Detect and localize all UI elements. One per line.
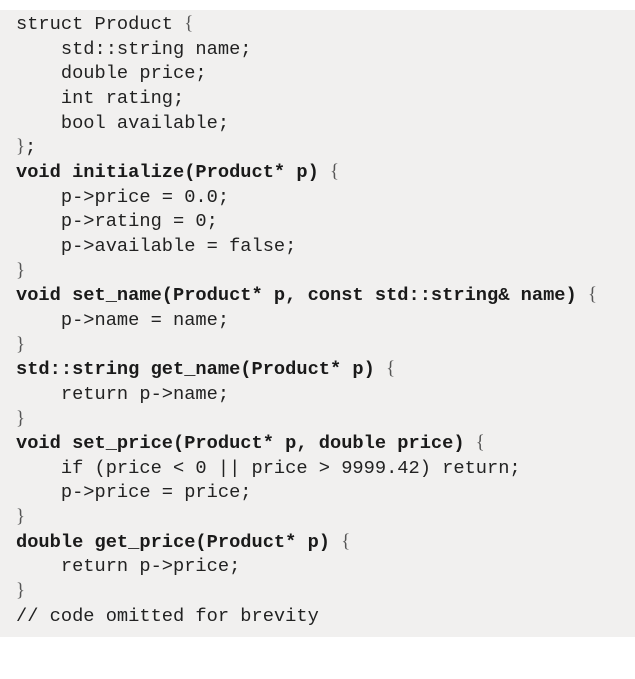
code-line: } bbox=[16, 407, 635, 432]
code-text: p->rating = 0; bbox=[16, 210, 218, 233]
code-text: p->name = name; bbox=[16, 308, 230, 331]
code-line: } bbox=[16, 579, 635, 604]
code-line: std::string name; bbox=[16, 37, 635, 62]
code-text: ; bbox=[24, 136, 37, 159]
code-text: return p->name; bbox=[16, 382, 230, 405]
code-line: } bbox=[16, 505, 635, 530]
code-text: // code omitted for brevity bbox=[16, 604, 319, 627]
brace: { bbox=[386, 358, 396, 380]
code-line: return p->price; bbox=[16, 554, 635, 579]
code-line: if (price < 0 || price > 9999.42) return… bbox=[16, 456, 635, 481]
code-text: struct Product bbox=[16, 13, 185, 35]
function-signature: std::string get_name(Product* p) bbox=[16, 358, 387, 381]
code-line: double get_price(Product* p) { bbox=[16, 530, 635, 555]
code-text: p->price = 0.0; bbox=[16, 185, 230, 208]
function-signature: void set_price(Product* p, double price) bbox=[16, 432, 476, 455]
code-listing: struct Product { std::string name; doubl… bbox=[16, 10, 635, 628]
brace: { bbox=[341, 530, 351, 552]
code-line: return p->name; bbox=[16, 382, 635, 407]
code-line: bool available; bbox=[16, 111, 635, 136]
function-signature: void set_name(Product* p, const std::str… bbox=[16, 284, 588, 307]
code-text: p->available = false; bbox=[16, 234, 297, 257]
code-line: int rating; bbox=[16, 86, 635, 111]
code-line: void set_price(Product* p, double price)… bbox=[16, 431, 635, 456]
brace: { bbox=[330, 160, 339, 182]
brace: } bbox=[16, 259, 25, 281]
code-line: void initialize(Product* p) { bbox=[16, 160, 635, 185]
brace: } bbox=[16, 333, 25, 355]
code-line: p->price = price; bbox=[16, 480, 635, 505]
code-line: }; bbox=[16, 135, 635, 160]
function-signature: double get_price(Product* p) bbox=[16, 530, 342, 553]
function-signature: void initialize(Product* p) bbox=[16, 160, 331, 183]
code-block: struct Product { std::string name; doubl… bbox=[0, 10, 635, 637]
brace: } bbox=[16, 506, 25, 528]
code-text: return p->price; bbox=[16, 555, 241, 578]
code-text: int rating; bbox=[16, 86, 185, 109]
code-line: } bbox=[16, 259, 635, 284]
code-line: } bbox=[16, 333, 635, 358]
code-text: bool available; bbox=[16, 111, 230, 134]
code-line: double price; bbox=[16, 61, 635, 86]
brace: } bbox=[16, 136, 25, 158]
brace: } bbox=[16, 580, 25, 602]
code-line: std::string get_name(Product* p) { bbox=[16, 357, 635, 382]
code-text: p->price = price; bbox=[16, 481, 252, 504]
brace: { bbox=[587, 284, 597, 306]
code-text: double price; bbox=[16, 62, 207, 85]
brace: { bbox=[184, 13, 194, 34]
code-line: p->name = name; bbox=[16, 308, 635, 333]
code-line: // code omitted for brevity bbox=[16, 604, 635, 629]
code-line: p->price = 0.0; bbox=[16, 185, 635, 210]
brace: { bbox=[475, 432, 485, 454]
code-line: struct Product { bbox=[16, 12, 635, 37]
code-text: std::string name; bbox=[16, 37, 252, 60]
code-text: if (price < 0 || price > 9999.42) return… bbox=[16, 456, 521, 479]
code-line: p->available = false; bbox=[16, 234, 635, 259]
code-line: void set_name(Product* p, const std::str… bbox=[16, 283, 635, 308]
code-line: p->rating = 0; bbox=[16, 209, 635, 234]
brace: } bbox=[16, 407, 25, 429]
